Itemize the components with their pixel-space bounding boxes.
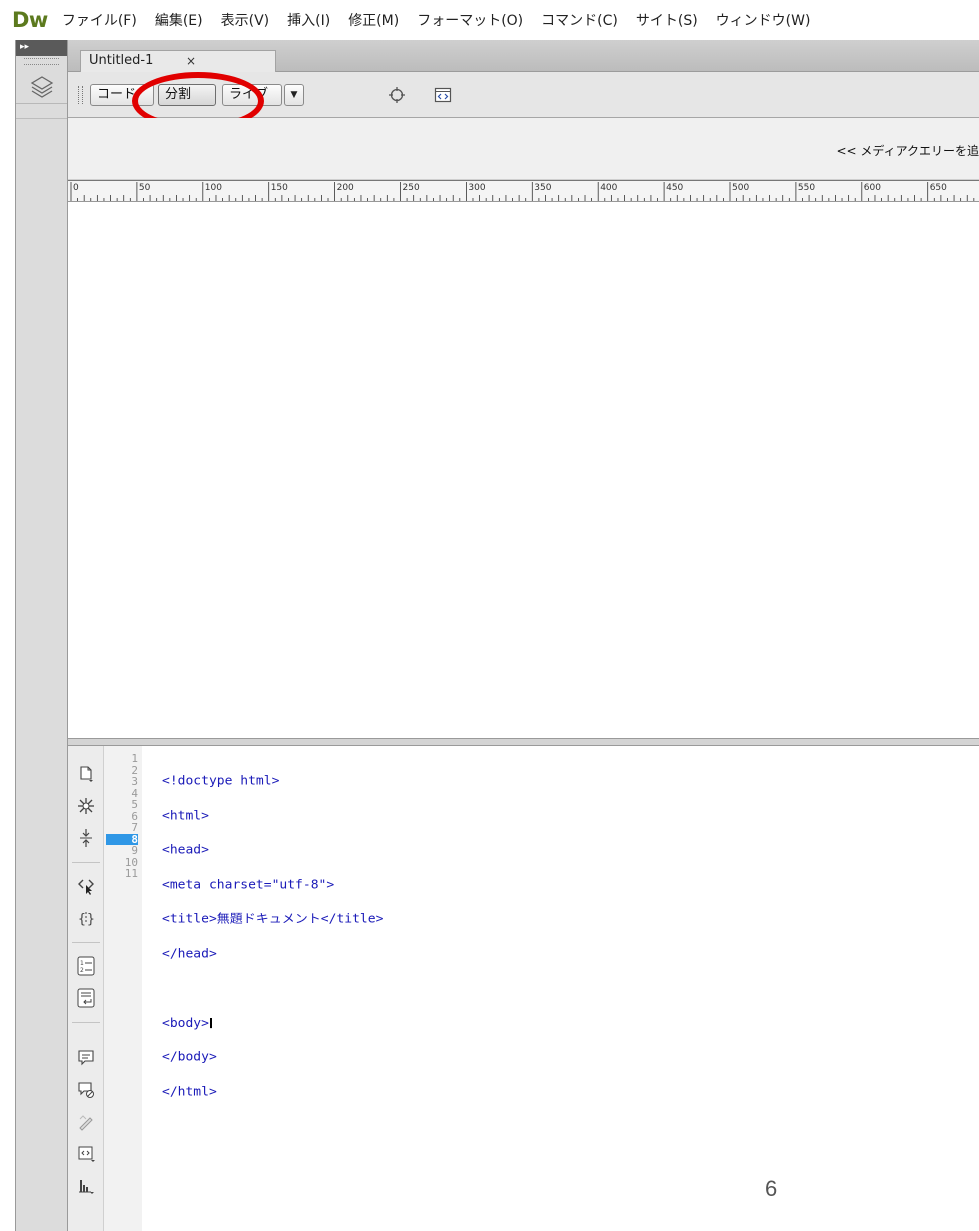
line-number: 5 <box>131 798 138 811</box>
code-view-button[interactable]: コード <box>90 84 154 106</box>
line-number: 9 <box>131 844 138 857</box>
menu-file[interactable]: ファイル(F) <box>62 10 137 30</box>
line-number: 7 <box>131 821 138 834</box>
ruler-tick-label: 250 <box>403 183 420 193</box>
code-editor[interactable]: <!doctype html> <html> <head> <meta char… <box>162 746 962 1144</box>
select-parent-tag-icon[interactable] <box>76 876 96 896</box>
line-number-gutter: 1 2 3 4 5 6 7 8 9 10 11 <box>104 746 142 1231</box>
menu-insert[interactable]: 挿入(I) <box>287 10 330 30</box>
ruler-tick-label: 600 <box>864 183 881 193</box>
balance-braces-icon[interactable]: {} <box>76 908 96 928</box>
code-line: </html> <box>162 1084 217 1099</box>
left-panel-body <box>16 118 67 1231</box>
code-line: <meta charset="utf-8"> <box>162 877 335 892</box>
ruler-tick-label: 350 <box>534 183 551 193</box>
code-line: <html> <box>162 808 209 823</box>
collapse-full-tag-icon[interactable] <box>76 828 96 848</box>
code-line: <!doctype html> <box>162 774 280 788</box>
ruler-tick-label: 100 <box>205 183 222 193</box>
menu-window[interactable]: ウィンドウ(W) <box>716 10 811 30</box>
line-number: 1 <box>131 752 138 765</box>
ruler-scale: 0 50 100 150 200 250 300 350 400 450 500 550 600 650 <box>70 182 975 201</box>
code-line: <head> <box>162 843 209 857</box>
menu-format[interactable]: フォーマット(O) <box>417 10 523 30</box>
svg-text:{: { <box>78 912 86 927</box>
text-caret <box>209 1017 212 1028</box>
coding-toolbar: {} 12 <box>68 746 104 1231</box>
live-view-dropdown[interactable]: ▼ <box>284 84 304 106</box>
document-tab-bar: Untitled-1 × <box>68 40 979 72</box>
menu-commands[interactable]: コマンド(C) <box>541 10 618 30</box>
show-code-navigator-icon[interactable] <box>76 796 96 816</box>
menu-modify[interactable]: 修正(M) <box>348 10 399 30</box>
expand-panels-button[interactable]: ▸▸ <box>16 40 67 56</box>
svg-text:}: } <box>87 912 95 927</box>
code-line-text: <body> <box>162 1016 209 1031</box>
close-tab-icon[interactable]: × <box>186 51 196 71</box>
media-query-label[interactable]: << メディアクエリーを追 <box>837 142 979 159</box>
inspect-target-icon[interactable] <box>388 86 406 108</box>
ruler-tick-label: 150 <box>271 183 288 193</box>
svg-text:2: 2 <box>80 967 84 974</box>
document-tab[interactable]: Untitled-1 × <box>80 50 276 72</box>
design-view-canvas[interactable] <box>68 202 979 738</box>
menu-site[interactable]: サイト(S) <box>636 10 698 30</box>
document-toolbar: コード 分割 ライブ ▼ <box>68 72 979 118</box>
ruler-tick-label: 0 <box>73 183 79 193</box>
split-view-button[interactable]: 分割 <box>158 84 216 106</box>
insert-panel-icon[interactable] <box>16 71 67 104</box>
ruler-tick-label: 650 <box>930 183 947 193</box>
line-number: 3 <box>131 775 138 788</box>
menu-edit[interactable]: 編集(E) <box>155 10 203 30</box>
apply-comment-icon[interactable] <box>76 1048 96 1068</box>
ruler-tick-label: 300 <box>468 183 485 193</box>
horizontal-ruler: 0 50 100 150 200 250 300 350 400 450 500 550 600 650 <box>68 180 979 202</box>
code-line: <title>無題ドキュメント</title> <box>162 912 384 926</box>
code-line: </head> <box>162 946 217 961</box>
menu-view[interactable]: 表示(V) <box>221 10 270 30</box>
svg-text:1: 1 <box>80 960 84 967</box>
toolbar-grip[interactable] <box>78 86 83 104</box>
code-line: </body> <box>162 1050 217 1064</box>
recent-snippets-icon[interactable] <box>76 1144 96 1164</box>
ruler-tick-label: 450 <box>666 183 683 193</box>
move-css-icon[interactable] <box>76 1176 96 1196</box>
code-navigator-icon[interactable] <box>434 86 452 108</box>
split-view-divider[interactable] <box>68 738 979 746</box>
live-view-button[interactable]: ライブ <box>222 84 282 106</box>
line-numbers-icon[interactable]: 12 <box>76 956 96 976</box>
slide-page-number: 6 <box>765 1176 778 1201</box>
left-panel-strip: ▸▸ <box>15 40 68 1231</box>
line-number: 11 <box>124 867 138 880</box>
open-documents-icon[interactable] <box>76 764 96 784</box>
panel-grip[interactable] <box>24 58 59 65</box>
app-logo: Dw <box>12 8 48 32</box>
code-line-active: <body> <box>162 1016 962 1031</box>
menu-bar: Dw ファイル(F) 編集(E) 表示(V) 挿入(I) 修正(M) フォーマッ… <box>0 0 979 40</box>
ruler-tick-label: 500 <box>732 183 749 193</box>
document-tab-title: Untitled-1 <box>89 53 154 68</box>
ruler-tick-label: 200 <box>337 183 354 193</box>
word-wrap-icon[interactable] <box>76 988 96 1008</box>
remove-comment-icon[interactable] <box>76 1080 96 1100</box>
wrap-tag-icon[interactable] <box>76 1112 96 1132</box>
media-query-bar: << メディアクエリーを追 <box>68 118 979 180</box>
ruler-tick-label: 550 <box>798 183 815 193</box>
ruler-tick-label: 50 <box>139 183 151 193</box>
ruler-tick-label: 400 <box>600 183 617 193</box>
